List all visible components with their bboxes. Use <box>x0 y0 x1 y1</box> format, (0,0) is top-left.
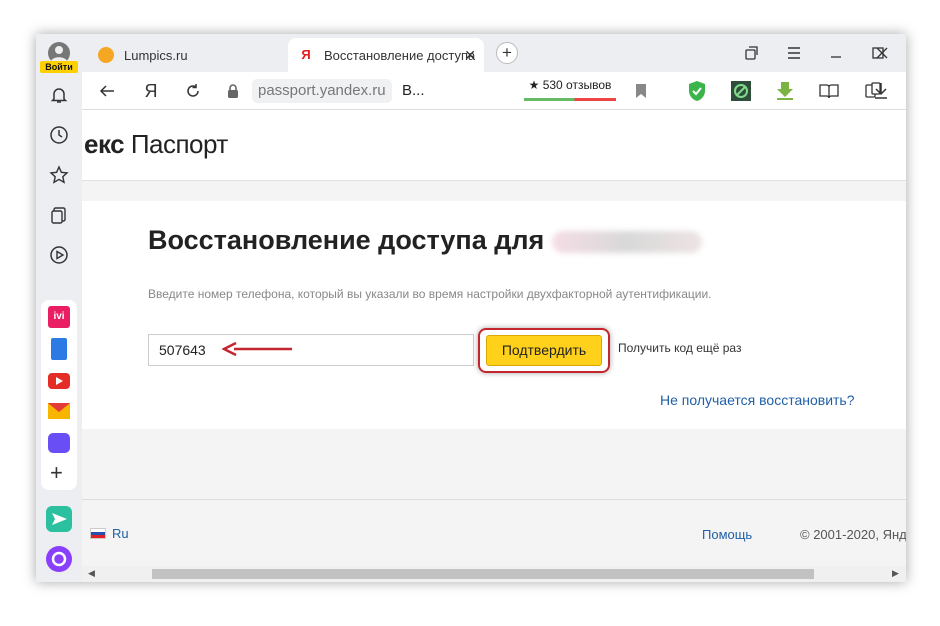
download-extension-icon[interactable] <box>774 80 796 102</box>
minimize-icon[interactable] <box>822 40 850 66</box>
browser-toolbar: Я passport.yandex.ru В... ★ 530 отзывов <box>82 72 906 110</box>
reader-mode-icon[interactable] <box>818 80 840 102</box>
bookmarks-star-icon[interactable] <box>44 160 74 190</box>
url-page-title[interactable]: В... <box>402 79 425 103</box>
confirm-button[interactable]: Подтвердить <box>486 335 602 366</box>
footer-divider <box>82 499 906 500</box>
help-link[interactable]: Помощь <box>702 527 752 542</box>
instruction-text: Введите номер телефона, который вы указа… <box>148 287 712 301</box>
copyright-text: © 2001-2020, Янд <box>800 527 906 542</box>
close-tab-icon[interactable]: ✕ <box>464 47 476 64</box>
back-arrow-icon[interactable] <box>96 80 118 102</box>
ivi-app-icon[interactable]: ivi <box>48 306 70 328</box>
scroll-right-icon[interactable]: ▶ <box>892 568 899 579</box>
tabs-menu-icon[interactable] <box>738 40 766 66</box>
history-icon[interactable] <box>44 120 74 150</box>
bookmark-icon[interactable] <box>630 80 652 102</box>
cant-restore-link[interactable]: Не получается восстановить? <box>660 392 855 408</box>
youtube-app-icon[interactable] <box>48 373 70 389</box>
notifications-icon[interactable] <box>44 80 74 110</box>
resend-code-link[interactable]: Получить код ещё раз <box>618 341 741 355</box>
passport-header: екс Паспорт <box>82 111 906 181</box>
reviews-text: ★ 530 отзывов <box>528 78 612 92</box>
recovery-card: Восстановление доступа для Введите номер… <box>82 201 906 429</box>
page-content: екс Паспорт Восстановление доступа для В… <box>82 111 906 582</box>
red-arrow-annotation-icon <box>222 342 292 356</box>
blurred-login <box>552 230 703 253</box>
yandex-favicon-icon: Я <box>301 47 311 62</box>
protect-shield-icon[interactable] <box>686 80 708 102</box>
close-window-icon[interactable] <box>868 40 896 66</box>
browser-sidebar: Войти ivi + <box>36 34 82 582</box>
reload-icon[interactable] <box>182 80 204 102</box>
horizontal-scrollbar[interactable]: ◀ ▶ <box>82 566 906 582</box>
browser-window: Войти ivi + Lumpics.ru Я Восстановление … <box>36 34 906 582</box>
language-switcher[interactable]: Ru <box>90 526 129 541</box>
logo-brand-part: екс <box>84 129 125 159</box>
logo-service: Паспорт <box>130 129 228 159</box>
tab-strip: Lumpics.ru Я Восстановление доступа ✕ + <box>82 34 906 72</box>
code-input[interactable]: 507643 <box>148 334 474 366</box>
media-play-icon[interactable] <box>44 240 74 270</box>
mail-app-icon[interactable] <box>48 403 70 419</box>
lock-icon[interactable] <box>222 80 244 102</box>
menu-icon[interactable] <box>780 40 808 66</box>
downloads-icon[interactable] <box>870 80 892 102</box>
tab-lumpics[interactable]: Lumpics.ru <box>88 38 284 72</box>
send-app-icon[interactable] <box>44 504 74 534</box>
docs-app-icon[interactable] <box>51 338 67 360</box>
russian-flag-icon <box>90 528 106 539</box>
tab-title: Восстановление доступа <box>324 47 476 63</box>
reviews-badge[interactable]: ★ 530 отзывов <box>522 78 618 104</box>
heading-text: Восстановление доступа для <box>148 225 545 255</box>
new-tab-button[interactable]: + <box>496 42 518 64</box>
page-title: Восстановление доступа для <box>148 225 703 256</box>
scroll-left-icon[interactable]: ◀ <box>88 568 95 579</box>
alice-assistant-icon[interactable] <box>44 544 74 574</box>
add-app-icon[interactable]: + <box>50 462 63 484</box>
tab-passport-recovery[interactable]: Я Восстановление доступа ✕ <box>288 38 484 72</box>
login-badge[interactable]: Войти <box>40 61 78 73</box>
confirm-highlight: Подтвердить <box>478 328 610 373</box>
url-domain[interactable]: passport.yandex.ru <box>252 79 392 103</box>
lumpics-favicon-icon <box>98 47 114 63</box>
language-label: Ru <box>112 526 129 541</box>
reviews-rating-bar <box>524 98 616 101</box>
yandex-passport-logo[interactable]: екс Паспорт <box>84 129 228 160</box>
messenger-app-icon[interactable] <box>48 433 70 453</box>
tab-title: Lumpics.ru <box>124 47 188 63</box>
yandex-home-button[interactable]: Я <box>140 80 162 102</box>
collections-icon[interactable] <box>44 200 74 230</box>
extension-green-icon[interactable] <box>730 80 752 102</box>
sidebar-apps-panel: ivi + <box>41 300 77 490</box>
scrollbar-thumb[interactable] <box>152 569 814 579</box>
